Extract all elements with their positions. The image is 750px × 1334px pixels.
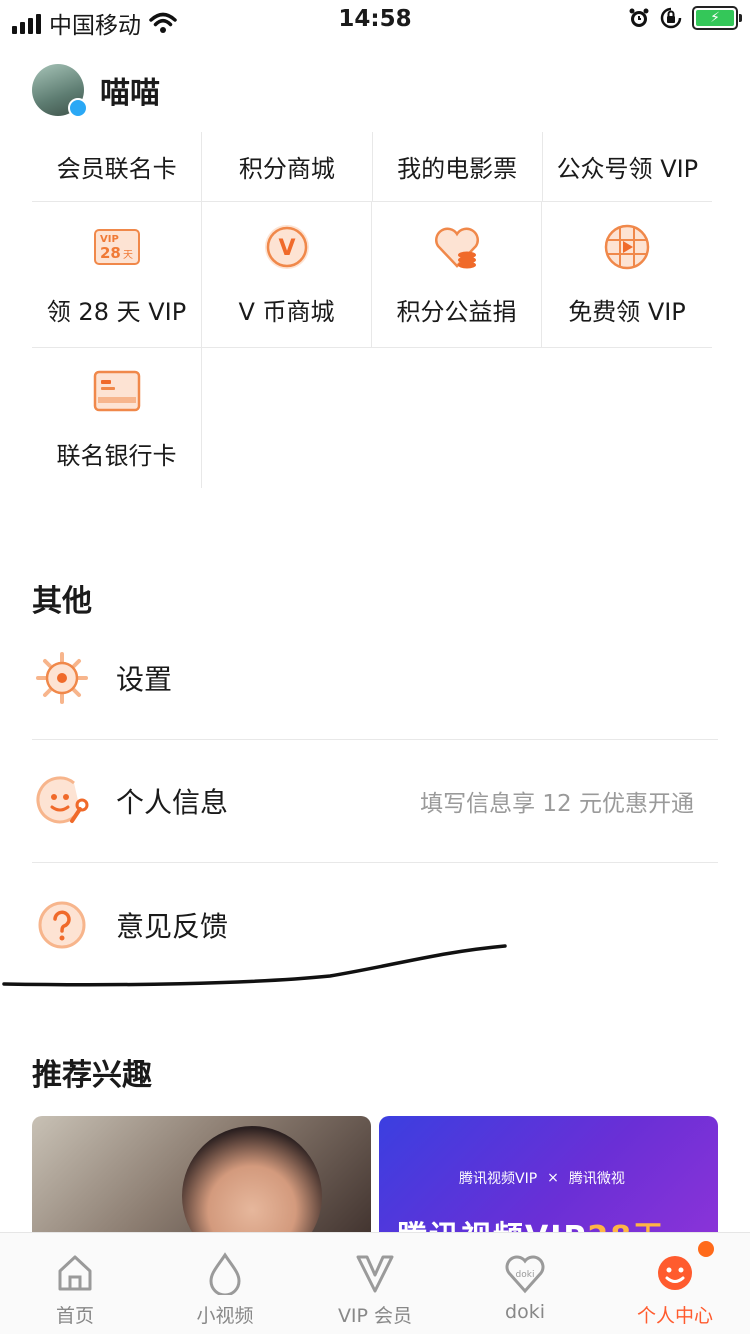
play-grid-icon: [604, 224, 650, 270]
grid-item-v-coin-mall[interactable]: V V 币商城: [202, 202, 372, 347]
service-grid: 会员联名卡 积分商城 我的电影票 公众号领 VIP VIP 28 天 领 28 …: [32, 132, 712, 488]
promo-separator: ×: [547, 1170, 559, 1186]
recommend-section-title: 推荐兴趣: [32, 1058, 152, 1093]
promo-brand: 腾讯视频VIP: [459, 1171, 538, 1187]
list-item-label: 个人信息: [116, 786, 229, 819]
verified-badge-icon: [68, 98, 88, 118]
tab-home[interactable]: 首页: [0, 1233, 150, 1334]
handwritten-underline-mark: [2, 944, 507, 987]
v-coin-icon: V: [264, 225, 309, 269]
vip-v-icon: [356, 1255, 394, 1293]
settings-icon: [36, 652, 88, 704]
link-movie-tickets[interactable]: 我的电影票: [373, 132, 543, 201]
grid-item-points-charity[interactable]: 积分公益捐: [372, 202, 542, 347]
list-item-settings[interactable]: 设置: [32, 617, 718, 740]
tab-label: 首页: [55, 1305, 94, 1327]
svg-text:28: 28: [100, 244, 121, 262]
battery-icon: ⚡: [692, 6, 742, 30]
smile-face-icon: [658, 1256, 692, 1290]
promo-partner: 腾讯微视: [568, 1171, 625, 1187]
status-bar: 中国移动 14:58 ⚡: [0, 0, 750, 40]
orientation-lock-icon: [660, 7, 682, 29]
list-item-label: 设置: [116, 663, 173, 696]
vip-28-days-icon: VIP 28 天: [93, 229, 140, 265]
svg-text:天: 天: [123, 250, 133, 261]
personal-info-hint: 填写信息享 12 元优惠开通: [420, 791, 694, 817]
link-points-mall[interactable]: 积分商城: [202, 132, 373, 201]
grid-item-28-day-vip[interactable]: VIP 28 天 领 28 天 VIP: [32, 202, 202, 347]
grid-row: VIP 28 天 领 28 天 VIP V V 币商城 积分公益捐 免费领 VI…: [32, 202, 712, 348]
home-icon: [58, 1255, 92, 1291]
svg-text:doki: doki: [516, 1270, 535, 1280]
tab-short-video[interactable]: 小视频: [150, 1233, 300, 1334]
tab-label: VIP 会员: [337, 1305, 413, 1327]
link-official-account-vip[interactable]: 公众号领 VIP: [543, 132, 712, 201]
alarm-icon: [629, 8, 649, 27]
grid-row: 联名银行卡: [32, 348, 712, 488]
grid-item-label: 积分公益捐: [396, 298, 517, 326]
tab-label: 个人中心: [636, 1305, 713, 1327]
top-links-row: 会员联名卡 积分商城 我的电影票 公众号领 VIP: [32, 132, 712, 202]
tab-vip-member[interactable]: VIP 会员: [300, 1233, 450, 1334]
list-item-personal-info[interactable]: 个人信息 填写信息享 12 元优惠开通: [32, 740, 718, 863]
grid-item-free-vip[interactable]: 免费领 VIP: [542, 202, 712, 347]
bottom-tab-bar: 首页 小视频 VIP 会员 doki doki 个人中心: [0, 1232, 750, 1334]
tab-label: 小视频: [196, 1305, 254, 1327]
svg-text:V: V: [278, 236, 295, 261]
grid-item-label: 领 28 天 VIP: [46, 298, 187, 326]
grid-item-label: 免费领 VIP: [568, 298, 686, 326]
username: 喵喵: [100, 76, 160, 111]
profile-header[interactable]: 喵喵: [32, 64, 160, 118]
doki-heart-icon: doki: [505, 1255, 545, 1294]
personal-info-icon: [36, 776, 89, 824]
link-member-card[interactable]: 会员联名卡: [32, 132, 203, 201]
notification-dot: [698, 1241, 714, 1257]
tab-personal-center[interactable]: 个人中心: [600, 1233, 750, 1334]
grid-item-label: V 币商城: [238, 298, 335, 326]
avatar[interactable]: [32, 64, 88, 118]
bank-card-icon: [93, 370, 140, 411]
grid-item-label: 联名银行卡: [56, 441, 177, 470]
promo-brand-line: 腾讯视频VIP × 腾讯微视: [459, 1168, 625, 1188]
tab-doki[interactable]: doki doki: [450, 1233, 600, 1334]
tab-label: doki: [505, 1301, 545, 1323]
drop-icon: [209, 1252, 241, 1295]
grid-item-bank-card[interactable]: 联名银行卡: [32, 348, 202, 488]
heart-coins-icon: [434, 227, 479, 269]
others-section-title: 其他: [32, 584, 92, 619]
